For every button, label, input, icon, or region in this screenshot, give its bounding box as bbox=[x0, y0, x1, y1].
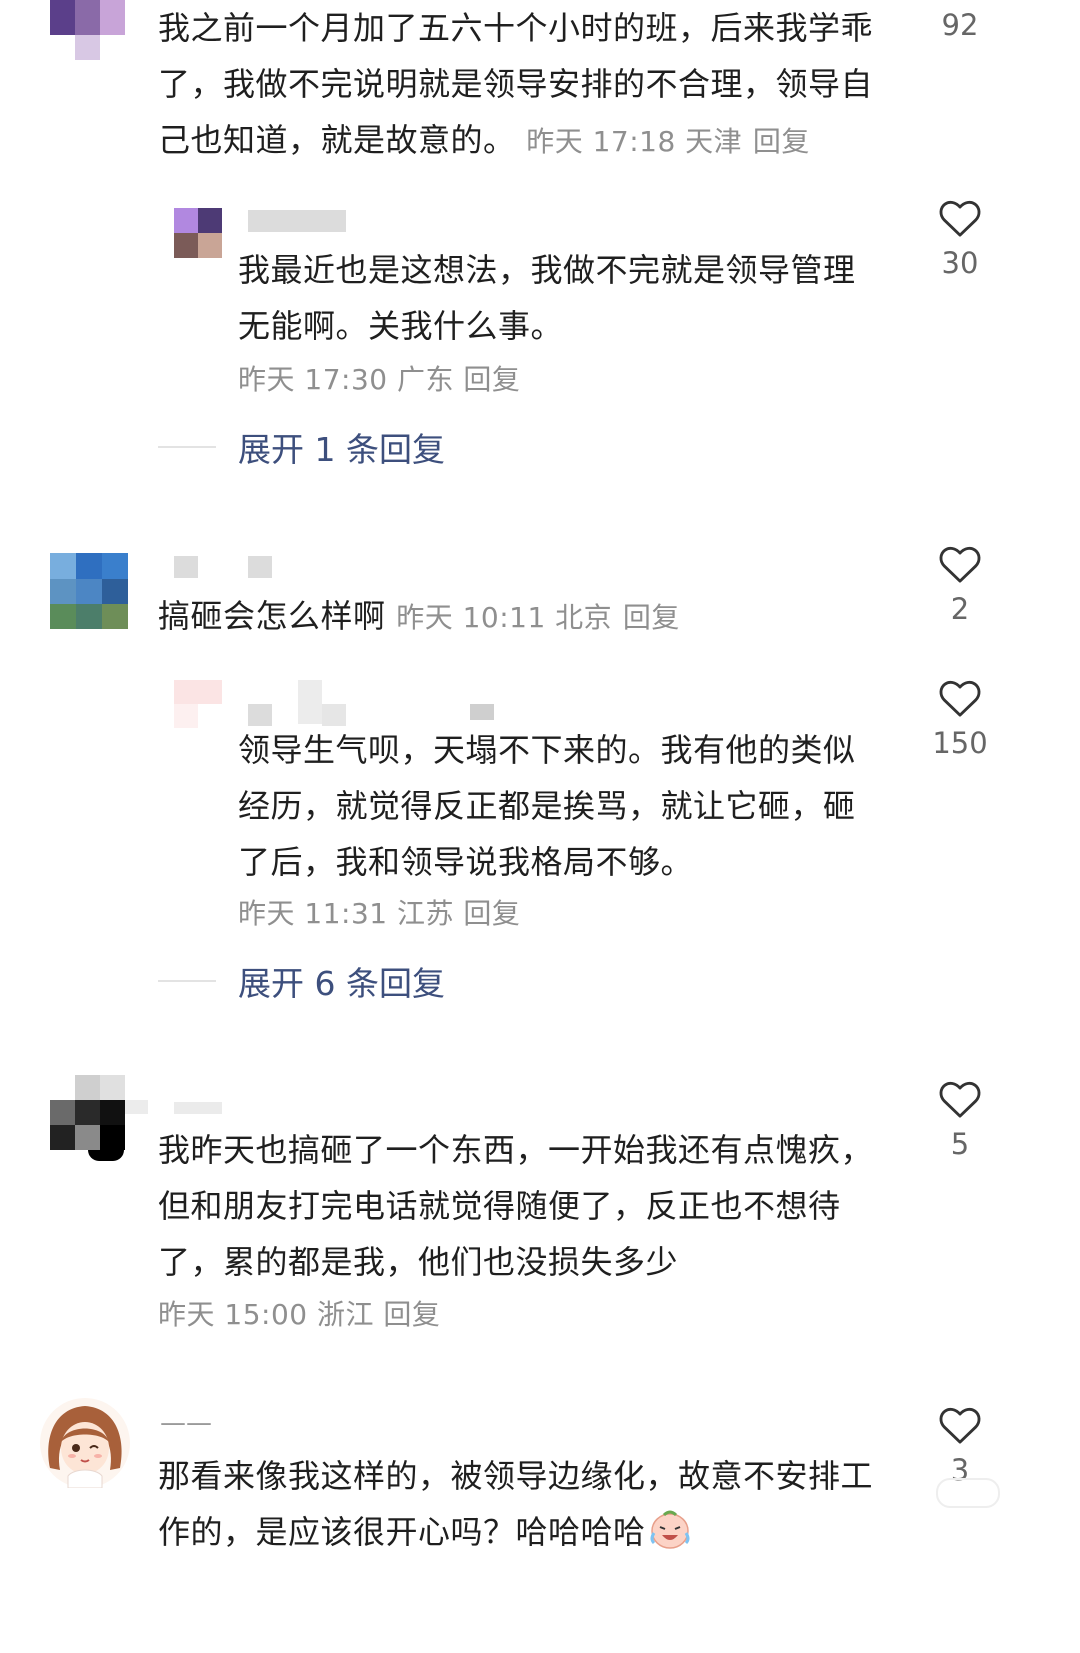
comment-meta: 昨天 17:18 天津 bbox=[526, 125, 743, 158]
heart-outline-icon[interactable] bbox=[937, 542, 983, 584]
heart-outline-icon[interactable] bbox=[937, 1077, 983, 1119]
heart-outline-icon[interactable] bbox=[937, 196, 983, 238]
like-count: 92 bbox=[941, 8, 979, 42]
avatar[interactable] bbox=[174, 680, 222, 728]
avatar[interactable] bbox=[174, 208, 222, 258]
username-blurred[interactable] bbox=[470, 704, 494, 720]
username-blurred[interactable] bbox=[248, 556, 272, 578]
avatar[interactable] bbox=[50, 0, 126, 60]
avatar[interactable] bbox=[40, 1398, 130, 1488]
like-column: 30 bbox=[920, 196, 1000, 280]
avatar[interactable] bbox=[50, 1075, 148, 1161]
heart-outline-icon[interactable] bbox=[937, 676, 983, 718]
username-blurred[interactable] bbox=[174, 1102, 222, 1114]
reply-button[interactable]: 回复 bbox=[463, 363, 520, 396]
comment-text: 搞砸会怎么样啊 昨天 10:11 北京 回复 bbox=[158, 597, 680, 635]
comment-text: 我最近也是这想法，我做不完就是领导管理无能啊。关我什么事。 bbox=[238, 251, 856, 345]
reply-button[interactable]: 回复 bbox=[383, 1298, 440, 1331]
username-blurred[interactable] bbox=[298, 680, 322, 724]
watermark bbox=[936, 1478, 1000, 1508]
expand-replies-button[interactable]: 展开 6 条回复 bbox=[158, 957, 445, 1005]
like-count: 30 bbox=[941, 246, 979, 280]
username-blurred[interactable] bbox=[248, 210, 346, 232]
username-blurred[interactable] bbox=[174, 556, 198, 578]
divider bbox=[158, 980, 216, 982]
comment-meta: 昨天 11:31 江苏 回复 bbox=[238, 897, 521, 930]
comment-meta: 昨天 15:00 浙江 回复 bbox=[158, 1298, 441, 1331]
like-count: 5 bbox=[950, 1127, 970, 1161]
heart-outline-icon[interactable] bbox=[937, 1403, 983, 1445]
crying-laughing-emoji-icon bbox=[650, 1510, 690, 1549]
like-column: 92 bbox=[920, 8, 1000, 42]
comment-text: 我之前一个月加了五六十个小时的班，后来我学乖了，我做不完说明就是领导安排的不合理… bbox=[158, 9, 874, 159]
username[interactable]: —— bbox=[160, 1408, 212, 1438]
reply-button[interactable]: 回复 bbox=[753, 125, 810, 158]
like-count: 2 bbox=[950, 592, 970, 626]
reply-button[interactable]: 回复 bbox=[623, 601, 680, 634]
like-column: 3 bbox=[920, 1403, 1000, 1487]
divider bbox=[158, 446, 216, 448]
comment-meta: 昨天 17:30 广东 回复 bbox=[238, 363, 521, 396]
comment-text: 领导生气呗，天塌不下来的。我有他的类似经历，就觉得反正都是挨骂，就让它砸，砸了后… bbox=[238, 731, 856, 881]
like-column: 150 bbox=[920, 676, 1000, 760]
like-column: 2 bbox=[920, 542, 1000, 626]
avatar[interactable] bbox=[50, 553, 128, 629]
comment-meta: 昨天 10:11 北京 bbox=[396, 601, 613, 634]
comment-text: 我昨天也搞砸了一个东西，一开始我还有点愧疚，但和朋友打完电话就觉得随便了，反正也… bbox=[158, 1131, 874, 1281]
like-column: 5 bbox=[920, 1077, 1000, 1161]
like-count: 150 bbox=[932, 726, 988, 760]
reply-button[interactable]: 回复 bbox=[463, 897, 520, 930]
expand-replies-button[interactable]: 展开 1 条回复 bbox=[158, 423, 445, 471]
comment-text: 那看来像我这样的，被领导边缘化，故意不安排工作的，是应该很开心吗？哈哈哈哈 bbox=[158, 1457, 874, 1551]
